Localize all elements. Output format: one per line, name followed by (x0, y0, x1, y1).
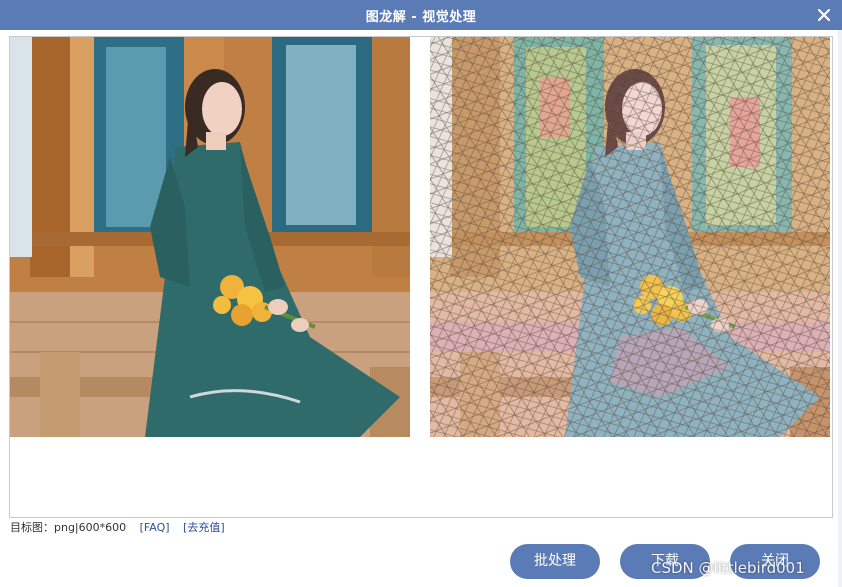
dialog-edge (838, 30, 842, 587)
recharge-link[interactable]: [去充值] (183, 521, 225, 534)
faq-link[interactable]: [FAQ] (140, 521, 170, 534)
target-format-label: 目标图：png|600*600 (10, 521, 127, 534)
target-info-row: 目标图：png|600*600 [FAQ] [去充值] (10, 519, 225, 535)
close-icon[interactable] (816, 7, 832, 23)
processed-image (430, 37, 830, 437)
preview-area (9, 36, 833, 518)
batch-process-button[interactable]: 批处理 (510, 544, 600, 579)
dialog-title: 图龙解 - 视觉处理 (365, 10, 477, 25)
csdn-watermark: CSDN @littlebird001 (651, 559, 805, 577)
original-image (10, 37, 410, 437)
dialog-titlebar: 图龙解 - 视觉处理 (0, 0, 842, 30)
visual-processing-dialog: 图龙解 - 视觉处理 目标图：png|600*600 [FAQ] [去充值] 批… (0, 0, 842, 587)
